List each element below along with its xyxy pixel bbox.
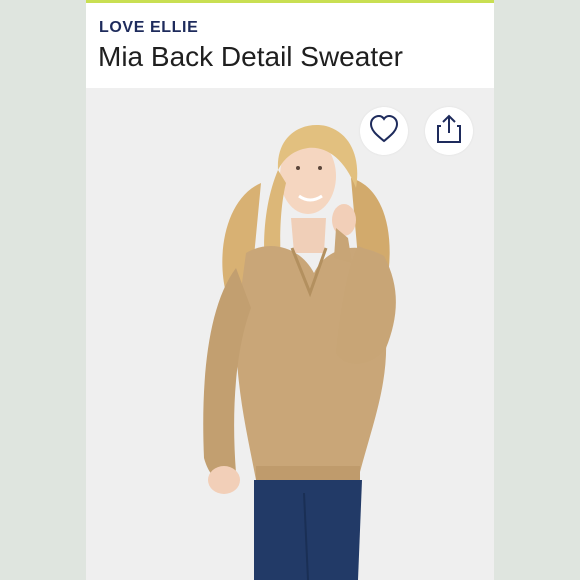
product-photo[interactable] <box>86 88 494 580</box>
wishlist-button[interactable] <box>360 107 408 155</box>
heart-icon <box>368 114 400 149</box>
right-background <box>494 0 580 580</box>
listing-header: LOVE ELLIE Mia Back Detail Sweater <box>86 3 494 88</box>
share-icon <box>435 113 463 150</box>
listing-card: LOVE ELLIE Mia Back Detail Sweater <box>86 0 494 580</box>
share-button[interactable] <box>425 107 473 155</box>
model-illustration <box>203 125 396 580</box>
left-background <box>0 0 86 580</box>
brand-name[interactable]: LOVE ELLIE <box>99 19 198 37</box>
product-title: Mia Back Detail Sweater <box>98 41 404 72</box>
